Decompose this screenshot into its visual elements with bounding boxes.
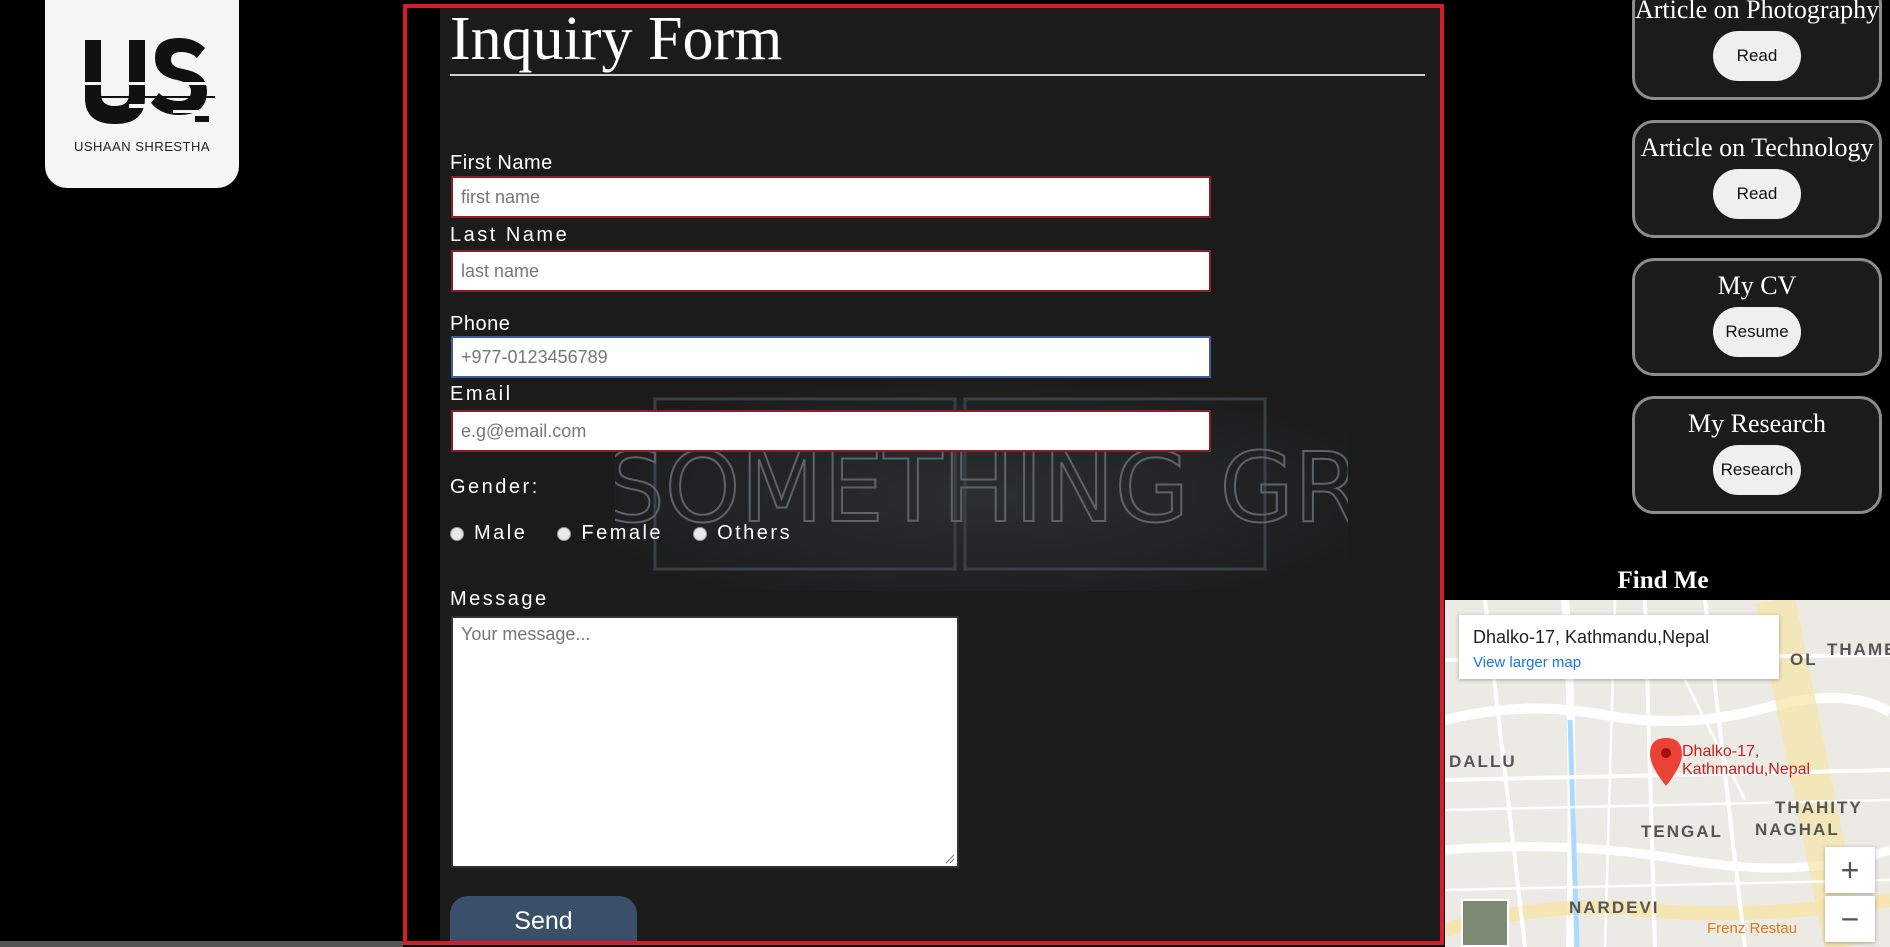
page-title: Inquiry Form — [450, 8, 783, 73]
form-container: DO SOMETHING GREAT Inquiry Form First Na… — [440, 8, 1440, 941]
embedded-map[interactable]: Dhalko-17, Kathmandu,Nepal View larger m… — [1445, 600, 1890, 947]
map-poi-label: Frenz Restau — [1707, 920, 1798, 937]
radio-button[interactable] — [557, 526, 572, 541]
map-label: OL — [1790, 650, 1818, 669]
card-my-cv: My CV Resume — [1632, 258, 1882, 376]
email-label: Email — [450, 383, 513, 405]
map-info-card: Dhalko-17, Kathmandu,Nepal View larger m… — [1459, 615, 1779, 679]
resize-grip-icon[interactable] — [945, 854, 955, 864]
inquiry-form-panel: DO SOMETHING GREAT Inquiry Form First Na… — [403, 4, 1444, 945]
last-name-input[interactable] — [451, 250, 1211, 292]
card-title: My Research — [1688, 409, 1826, 438]
map-place-name: Dhalko-17, Kathmandu,Nepal — [1473, 627, 1710, 647]
card-title: Article on Photography — [1635, 0, 1880, 24]
logo-name: USHAAN SHRESTHA — [73, 139, 211, 154]
map-label: NARDEVI — [1569, 898, 1660, 917]
radio-button[interactable] — [450, 526, 464, 541]
card-title: My CV — [1717, 271, 1797, 300]
phone-label: Phone — [450, 313, 511, 335]
send-button[interactable]: Send — [450, 896, 637, 941]
card-my-research: My Research Research — [1632, 396, 1882, 514]
zoom-out-button[interactable]: − — [1825, 896, 1875, 942]
map-label: THAME — [1827, 640, 1890, 659]
title-divider — [450, 74, 1425, 76]
first-name-input[interactable] — [451, 176, 1211, 218]
resume-button[interactable]: Resume — [1713, 307, 1801, 357]
gender-option-others[interactable]: Others — [693, 522, 792, 545]
radio-button[interactable] — [693, 526, 708, 541]
message-textarea[interactable] — [451, 616, 959, 868]
logo-us-mark — [77, 38, 217, 124]
map-label: TENGAL — [1641, 822, 1723, 841]
gender-option-male[interactable]: Male — [450, 522, 527, 545]
gender-label: Gender: — [450, 476, 540, 498]
read-photography-button[interactable]: Read — [1713, 31, 1801, 81]
message-label: Message — [450, 588, 549, 610]
zoom-in-button[interactable]: + — [1825, 847, 1875, 893]
view-larger-map-link[interactable]: View larger map — [1473, 654, 1765, 671]
map-label: THAHITY — [1775, 798, 1863, 817]
satellite-toggle[interactable] — [1461, 899, 1509, 947]
map-pin-label: Dhalko-17, Kathmandu,Nepal — [1682, 743, 1811, 778]
first-name-label: First Name — [450, 152, 553, 174]
last-name-label: Last Name — [450, 224, 570, 246]
map-label: DALLU — [1449, 752, 1517, 771]
card-title: Article on Technology — [1640, 133, 1874, 162]
find-me-heading: Find Me — [1617, 567, 1709, 594]
map-label: NAGHAL — [1755, 820, 1840, 839]
horizontal-scrollbar[interactable] — [0, 941, 403, 947]
phone-input[interactable] — [451, 336, 1211, 378]
research-button[interactable]: Research — [1713, 445, 1801, 495]
email-input[interactable] — [451, 410, 1211, 452]
site-logo[interactable]: USHAAN SHRESTHA — [45, 0, 239, 188]
read-technology-button[interactable]: Read — [1713, 169, 1801, 219]
card-article-photography: Article on Photography Read — [1632, 0, 1882, 100]
gender-option-female[interactable]: Female — [557, 522, 663, 545]
gender-options: Male Female Others — [450, 522, 822, 545]
card-article-technology: Article on Technology Read — [1632, 120, 1882, 238]
